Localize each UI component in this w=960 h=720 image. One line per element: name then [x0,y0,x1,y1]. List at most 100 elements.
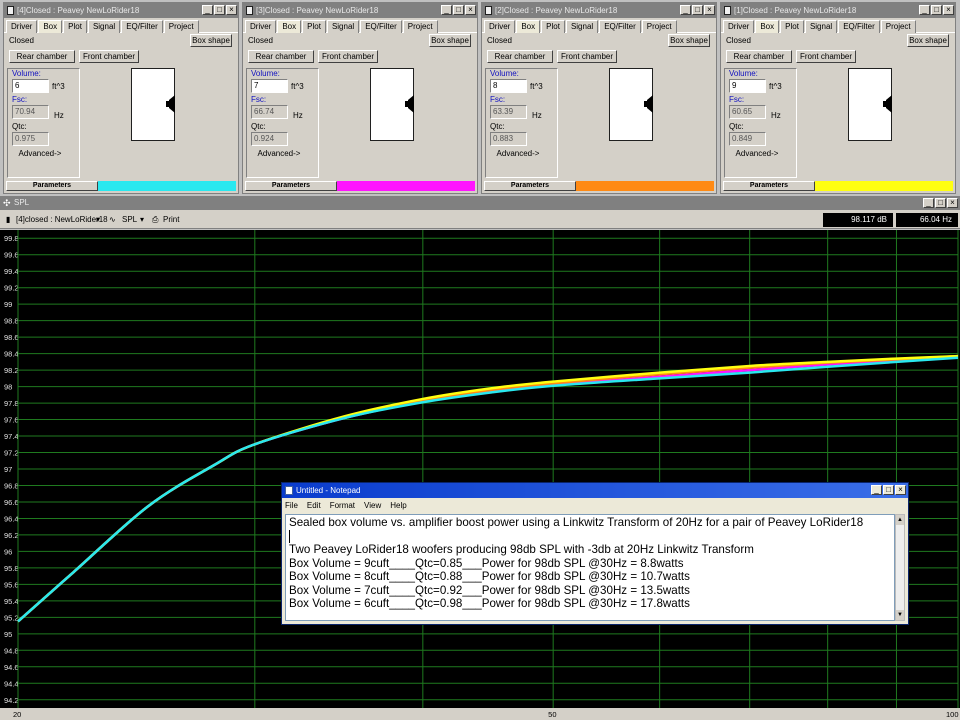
maximize-button[interactable]: □ [453,5,464,15]
tab-driver[interactable]: Driver [723,20,755,33]
tab-project[interactable]: Project [163,20,199,33]
tab-eq-filter[interactable]: EQ/Filter [360,20,402,33]
volume-field[interactable]: 7 [251,79,288,93]
volume-field[interactable]: 8 [490,79,527,93]
tab-box[interactable]: Box [277,20,302,33]
tab-signal[interactable]: Signal [87,20,121,33]
notepad-titlebar[interactable]: Untitled - Notepad _ □ × [282,483,908,498]
tab-plot[interactable]: Plot [302,20,326,33]
advanced-button[interactable]: Advanced-> [14,148,66,161]
maximize-button[interactable]: □ [931,5,942,15]
rear-chamber-button[interactable]: Rear chamber [248,50,314,63]
spl-plot[interactable]: 99.8 99.6 99.4 99.2 99 98.8 98.6 98.4 98.2 98 97.8… [0,230,960,720]
menu-file[interactable]: File [285,498,298,513]
maximize-button[interactable]: □ [883,485,894,495]
tab-project[interactable]: Project [880,20,916,33]
advanced-button[interactable]: Advanced-> [731,148,783,161]
vertical-scrollbar[interactable]: ▲ ▼ [895,514,905,621]
tab-driver[interactable]: Driver [6,20,38,33]
close-button[interactable]: × [947,198,958,208]
front-chamber-button[interactable]: Front chamber [79,50,139,63]
close-button[interactable]: × [895,485,906,495]
scroll-up-icon[interactable]: ▲ [896,515,904,525]
advanced-button[interactable]: Advanced-> [253,148,305,161]
rear-chamber-button[interactable]: Rear chamber [726,50,792,63]
minimize-button[interactable]: _ [680,5,691,15]
tab-signal[interactable]: Signal [565,20,599,33]
alignment-label: Closed [9,36,34,45]
tab-box[interactable]: Box [516,20,541,33]
tab-strip: Driver Box Plot Signal EQ/Filter Project [482,18,716,33]
minimize-button[interactable]: _ [871,485,882,495]
parameters-button[interactable]: Parameters [484,181,576,191]
menu-help[interactable]: Help [390,498,406,513]
box-window: [1]Closed : Peavey NewLoRider18 _ □ × Dr… [720,2,956,194]
spl-window-titlebar[interactable]: ✣ SPL _ □ × [0,196,960,210]
maximize-button[interactable]: □ [935,198,946,208]
box-shape-button[interactable]: Box shape [668,34,710,47]
tab-plot[interactable]: Plot [541,20,565,33]
box-window-titlebar[interactable]: [3]Closed : Peavey NewLoRider18 _ □ × [243,3,477,18]
tab-box[interactable]: Box [755,20,780,33]
chevron-down-icon[interactable]: ▾ [96,213,100,226]
fsc-field: 63.39 [490,105,527,119]
notepad-text-area[interactable]: Sealed box volume vs. amplifier boost po… [285,514,895,621]
speaker-select-icon: ▮ [6,215,11,224]
front-chamber-button[interactable]: Front chamber [796,50,856,63]
project-selector[interactable]: [4]closed : NewLoRider18 [16,213,108,226]
volume-field[interactable]: 6 [12,79,49,93]
front-chamber-button[interactable]: Front chamber [318,50,378,63]
close-button[interactable]: × [465,5,476,15]
box-window-titlebar[interactable]: [4]Closed : Peavey NewLoRider18 _ □ × [4,3,238,18]
tab-signal[interactable]: Signal [326,20,360,33]
plot-type-selector[interactable]: SPL [122,213,137,226]
y-tick-label: 95.6 [4,580,19,589]
menu-edit[interactable]: Edit [307,498,321,513]
advanced-button[interactable]: Advanced-> [492,148,544,161]
minimize-button[interactable]: _ [202,5,213,15]
tab-eq-filter[interactable]: EQ/Filter [121,20,163,33]
qtc-field: 0.975 [12,132,49,146]
tab-project[interactable]: Project [402,20,438,33]
tab-project[interactable]: Project [641,20,677,33]
qtc-field: 0.849 [729,132,766,146]
minimize-button[interactable]: _ [919,5,930,15]
series-color-swatch [815,181,953,191]
close-button[interactable]: × [704,5,715,15]
tab-eq-filter[interactable]: EQ/Filter [599,20,641,33]
rear-chamber-button[interactable]: Rear chamber [487,50,553,63]
y-tick-label: 97.4 [4,432,19,441]
close-button[interactable]: × [226,5,237,15]
front-chamber-button[interactable]: Front chamber [557,50,617,63]
print-button[interactable]: Print [163,213,179,226]
tab-plot[interactable]: Plot [63,20,87,33]
minimize-button[interactable]: _ [441,5,452,15]
menu-view[interactable]: View [364,498,381,513]
y-tick-label: 98.8 [4,317,19,326]
tab-eq-filter[interactable]: EQ/Filter [838,20,880,33]
alignment-label: Closed [248,36,273,45]
tab-driver[interactable]: Driver [484,20,516,33]
scroll-down-icon[interactable]: ▼ [896,610,904,620]
parameters-button[interactable]: Parameters [245,181,337,191]
tab-driver[interactable]: Driver [245,20,277,33]
box-shape-button[interactable]: Box shape [907,34,949,47]
tab-strip: Driver Box Plot Signal EQ/Filter Project [4,18,238,33]
tab-box[interactable]: Box [38,20,63,33]
box-window-titlebar[interactable]: [2]Closed : Peavey NewLoRider18 _ □ × [482,3,716,18]
maximize-button[interactable]: □ [692,5,703,15]
menu-format[interactable]: Format [330,498,355,513]
maximize-button[interactable]: □ [214,5,225,15]
minimize-button[interactable]: _ [923,198,934,208]
close-button[interactable]: × [943,5,954,15]
chevron-down-icon[interactable]: ▾ [140,213,144,226]
box-shape-button[interactable]: Box shape [190,34,232,47]
volume-field[interactable]: 9 [729,79,766,93]
tab-plot[interactable]: Plot [780,20,804,33]
parameters-button[interactable]: Parameters [723,181,815,191]
tab-signal[interactable]: Signal [804,20,838,33]
box-window-titlebar[interactable]: [1]Closed : Peavey NewLoRider18 _ □ × [721,3,955,18]
parameters-button[interactable]: Parameters [6,181,98,191]
rear-chamber-button[interactable]: Rear chamber [9,50,75,63]
box-shape-button[interactable]: Box shape [429,34,471,47]
